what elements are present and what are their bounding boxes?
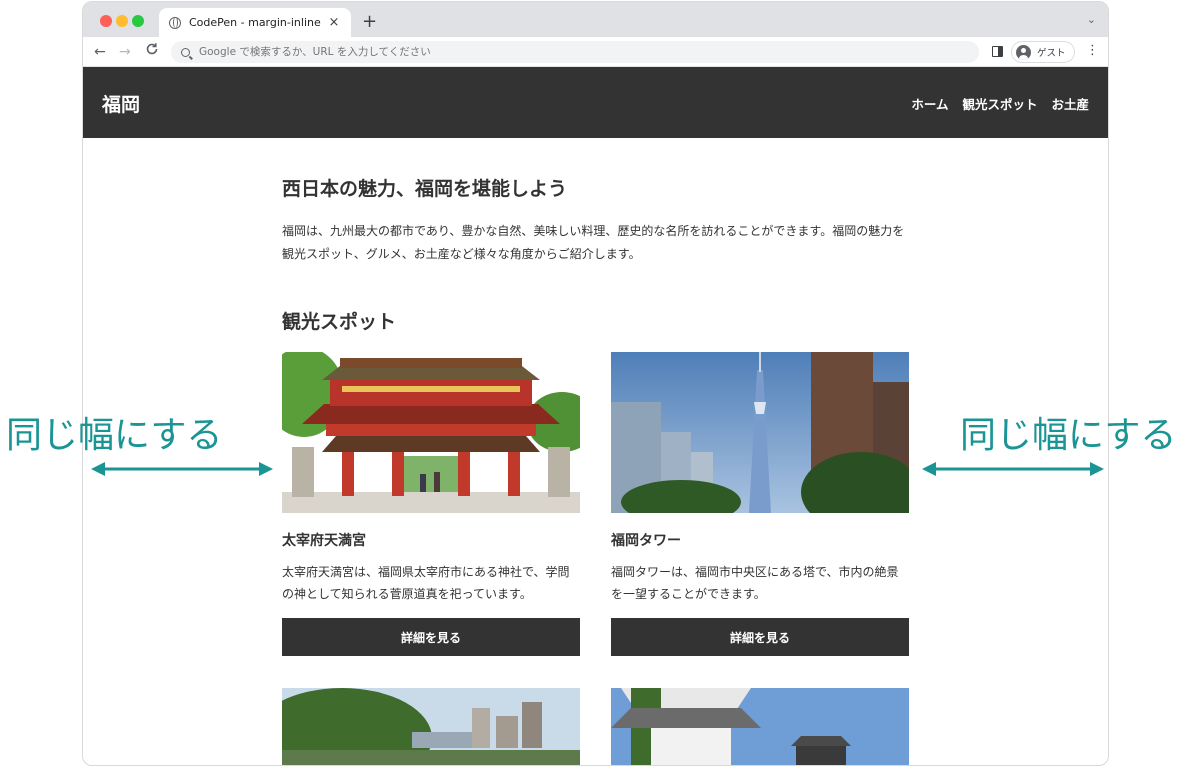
- side-panel-icon[interactable]: [992, 46, 1003, 57]
- annotation-label-left: 同じ幅にする: [6, 415, 223, 456]
- nav-link-souvenirs[interactable]: お土産: [1051, 94, 1089, 113]
- browser-toolbar: ← → ゲスト ⋮: [83, 37, 1108, 67]
- globe-icon: [169, 16, 181, 29]
- nav-link-spots[interactable]: 観光スポット: [962, 94, 1037, 113]
- card-description: 太宰府天満宮は、福岡県太宰府市にある神社で、学問の神として知られる菅原道真を祀っ…: [282, 565, 570, 601]
- address-bar[interactable]: [171, 41, 979, 63]
- page-title: 西日本の魅力、福岡を堪能しよう: [282, 178, 568, 200]
- back-button[interactable]: ←: [94, 42, 106, 62]
- details-button[interactable]: 詳細を見る: [282, 618, 580, 656]
- zoom-window-button[interactable]: [132, 15, 144, 27]
- tab-close-icon[interactable]: ×: [327, 15, 341, 30]
- site-header: 福岡 ホーム 観光スポット お土産: [83, 67, 1108, 138]
- forward-button[interactable]: →: [119, 42, 131, 62]
- address-input[interactable]: [199, 46, 899, 58]
- annotation-label-right: 同じ幅にする: [960, 415, 1177, 456]
- double-arrow-icon: [922, 462, 1104, 476]
- reload-icon: [146, 43, 158, 55]
- site-nav: ホーム 観光スポット お土産: [911, 94, 1089, 113]
- card-title: 太宰府天満宮: [282, 533, 366, 549]
- profile-label: ゲスト: [1037, 48, 1066, 59]
- intro-text: 福岡は、九州最大の都市であり、豊かな自然、美味しい料理、歴史的な名所を訪れること…: [282, 224, 905, 261]
- tab-title: CodePen - margin-inline: [189, 16, 321, 29]
- park-photo: [282, 688, 580, 765]
- details-button[interactable]: 詳細を見る: [611, 618, 909, 656]
- avatar-icon: [1016, 44, 1031, 60]
- site-logo[interactable]: 福岡: [102, 90, 140, 117]
- search-icon: [181, 47, 190, 57]
- double-arrow-icon: [91, 462, 273, 476]
- browser-tab[interactable]: CodePen - margin-inline ×: [159, 8, 351, 37]
- tab-search-chevron-icon[interactable]: ⌄: [1087, 13, 1096, 26]
- browser-menu-icon[interactable]: ⋮: [1086, 43, 1099, 59]
- browser-window: CodePen - margin-inline × + ⌄ ← → ゲスト ⋮ …: [82, 1, 1109, 766]
- card-description: 福岡タワーは、福岡市中央区にある塔で、市内の絶景を一望することができます。: [611, 565, 899, 601]
- section-title: 観光スポット: [282, 311, 397, 333]
- tab-bar: CodePen - margin-inline × + ⌄: [83, 2, 1108, 37]
- tower-photo: [611, 352, 909, 513]
- close-window-button[interactable]: [100, 15, 112, 27]
- castle-photo: [611, 688, 909, 765]
- shrine-photo: [282, 352, 580, 513]
- profile-button[interactable]: ゲスト: [1011, 41, 1075, 63]
- reload-button[interactable]: [145, 42, 159, 62]
- new-tab-button[interactable]: +: [362, 11, 377, 32]
- minimize-window-button[interactable]: [116, 15, 128, 27]
- nav-link-home[interactable]: ホーム: [911, 94, 948, 113]
- card-title: 福岡タワー: [611, 533, 681, 549]
